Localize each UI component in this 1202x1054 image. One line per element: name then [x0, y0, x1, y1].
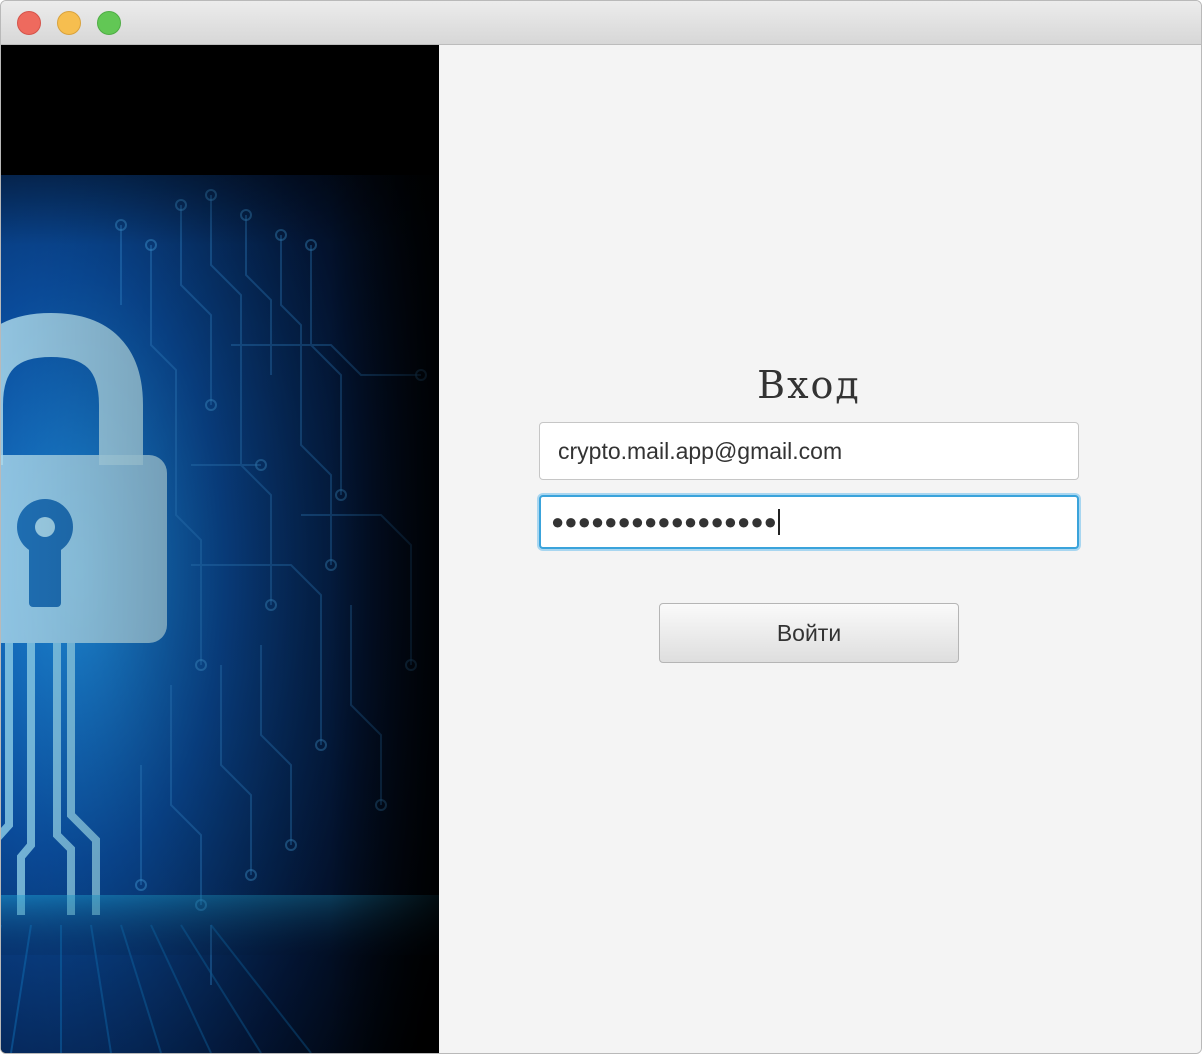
login-button[interactable]: Войти	[659, 603, 959, 663]
email-field[interactable]	[539, 422, 1079, 480]
password-field[interactable]: ●●●●●●●●●●●●●●●●●	[539, 495, 1079, 549]
page-title: Вход	[757, 363, 861, 407]
title-bar	[1, 1, 1201, 45]
app-window: Вход ●●●●●●●●●●●●●●●●● Войти	[0, 0, 1202, 1054]
close-icon[interactable]	[17, 11, 41, 35]
password-mask: ●●●●●●●●●●●●●●●●●	[551, 509, 777, 534]
login-panel: Вход ●●●●●●●●●●●●●●●●● Войти	[439, 45, 1201, 1053]
padlock-circuit-icon	[1, 45, 439, 1053]
security-illustration	[1, 45, 439, 1053]
zoom-icon[interactable]	[97, 11, 121, 35]
minimize-icon[interactable]	[57, 11, 81, 35]
text-caret	[777, 509, 780, 535]
